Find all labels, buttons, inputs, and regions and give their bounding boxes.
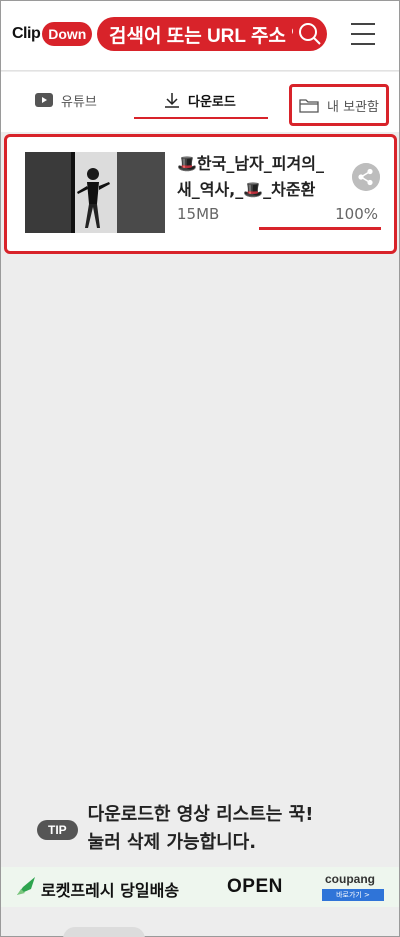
ad-text: 로켓프레시 당일배송 — [41, 881, 180, 900]
download-percent: 100% — [335, 205, 378, 223]
bottom-nav-handle — [63, 927, 145, 937]
search-icon[interactable] — [297, 21, 323, 47]
app-header: Clip Down 검색어 또는 URL 주소 입력 — [1, 1, 399, 71]
logo-clip-text: Clip — [12, 25, 41, 42]
tab-my-storage[interactable]: 내 보관함 — [289, 84, 389, 126]
tip-badge: TIP — [37, 820, 78, 840]
download-progress-bar — [259, 227, 381, 230]
search-input[interactable]: 검색어 또는 URL 주소 입력 — [97, 17, 327, 51]
download-icon — [165, 93, 179, 108]
download-list-item[interactable]: 🎩한국_남자_피겨의_새_역사,_🎩_차준환 15MB 100% — [4, 134, 397, 254]
folder-icon — [299, 99, 319, 113]
ad-brand-logo: coupang — [325, 872, 375, 886]
rocket-icon — [17, 877, 35, 895]
video-thumbnail[interactable] — [25, 152, 165, 233]
video-title: 🎩한국_남자_피겨의_새_역사,_🎩_차준환 — [177, 154, 324, 199]
active-tab-indicator — [134, 117, 268, 119]
youtube-icon — [35, 93, 53, 107]
tip-line-2: 눌러 삭제 가능합니다. — [87, 832, 257, 853]
logo-down-text: Down — [42, 22, 93, 46]
tip-line-1: 다운로드한 영상 리스트는 꾹! — [87, 804, 314, 825]
tab-youtube[interactable]: 유튜브 — [35, 72, 97, 128]
tip-text: 다운로드한 영상 리스트는 꾹! 눌러 삭제 가능합니다. — [88, 801, 314, 857]
ad-open-text: OPEN — [227, 876, 283, 897]
tab-youtube-label: 유튜브 — [61, 94, 97, 110]
tab-download[interactable]: 다운로드 — [164, 72, 236, 128]
download-progress-fill — [259, 227, 381, 230]
ad-banner[interactable]: 로켓프레시 당일배송 OPEN coupang 바로가기 > — [1, 867, 399, 907]
search-placeholder: 검색어 또는 URL 주소 입력 — [109, 25, 293, 47]
share-icon[interactable] — [352, 163, 380, 191]
tab-bar: 유튜브 다운로드 내 보관함 — [1, 72, 399, 132]
app-logo[interactable]: Clip Down — [12, 21, 93, 47]
tab-download-label: 다운로드 — [188, 94, 236, 110]
hamburger-menu-icon[interactable] — [351, 23, 377, 45]
tip-message: TIP 다운로드한 영상 리스트는 꾹! 눌러 삭제 가능합니다. — [37, 801, 377, 857]
tab-my-storage-label: 내 보관함 — [327, 99, 379, 115]
file-size: 15MB — [177, 205, 220, 223]
ad-cta-button[interactable]: 바로가기 > — [322, 889, 384, 901]
thumbnail-image — [25, 152, 165, 233]
